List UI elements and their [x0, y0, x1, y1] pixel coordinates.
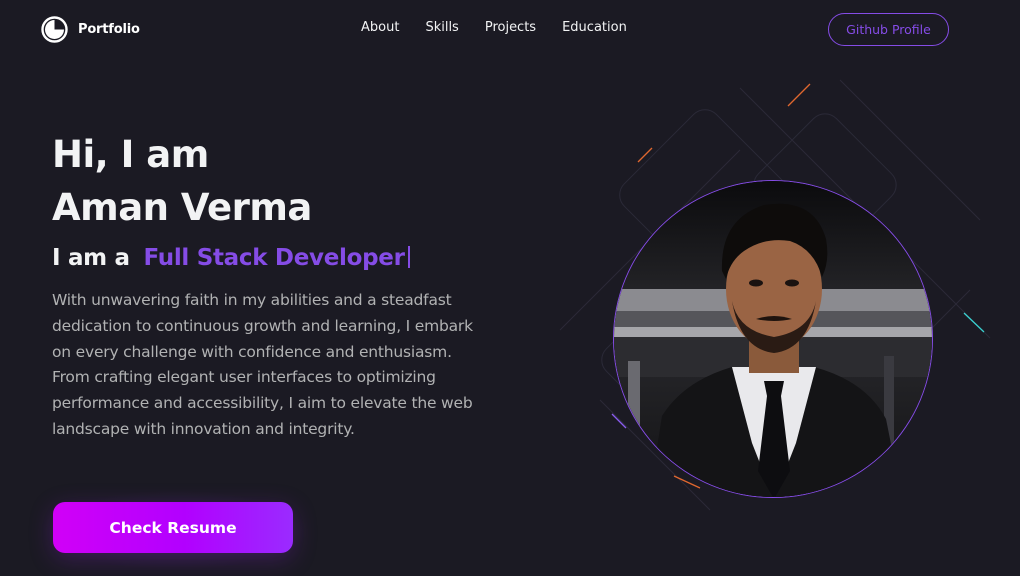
navbar: Portfolio About Skills Projects Educatio…	[0, 0, 1020, 60]
hero-greeting: Hi, I am	[52, 133, 209, 176]
profile-photo	[613, 180, 933, 498]
page: Portfolio About Skills Projects Educatio…	[0, 0, 1020, 576]
hero-description: With unwavering faith in my abilities an…	[52, 291, 473, 438]
typing-cursor	[407, 246, 410, 268]
role-typewriter: Full Stack Developer	[143, 245, 405, 271]
nav-links: About Skills Projects Education	[361, 20, 627, 35]
profile-photo-illustration	[614, 181, 932, 497]
hero-name: Aman Verma	[52, 186, 312, 229]
nav-link-about[interactable]: About	[361, 20, 399, 35]
nav-link-projects[interactable]: Projects	[485, 20, 536, 35]
check-resume-button[interactable]: Check Resume	[53, 502, 293, 553]
role-prefix: I am a	[52, 245, 130, 271]
hero-role: I am a Full Stack Developer	[52, 245, 410, 271]
nav-link-education[interactable]: Education	[562, 20, 627, 35]
nav-link-skills[interactable]: Skills	[425, 20, 458, 35]
logo[interactable]: Portfolio	[41, 16, 140, 43]
portfolio-logo-icon	[41, 16, 68, 43]
hero-title: Hi, I am Aman Verma	[52, 128, 312, 234]
logo-text: Portfolio	[78, 22, 140, 37]
github-profile-button[interactable]: Github Profile	[828, 13, 949, 46]
